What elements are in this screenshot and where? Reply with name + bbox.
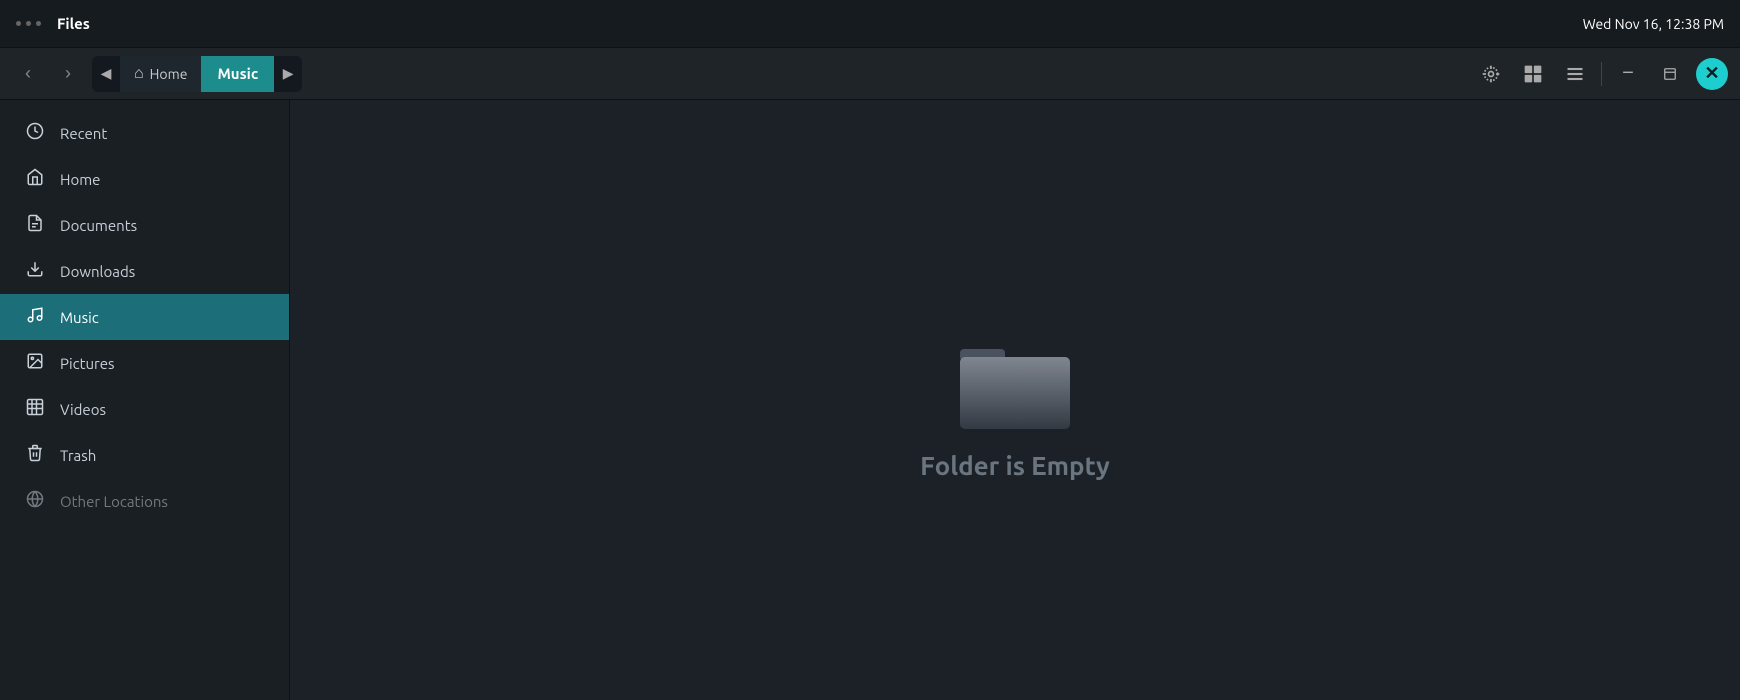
sidebar-item-music[interactable]: Music — [0, 294, 289, 340]
sidebar-label-pictures: Pictures — [60, 355, 115, 372]
titlebar: Files Wed Nov 16, 12:38 PM — [0, 0, 1740, 48]
sidebar: Recent Home Documents — [0, 100, 290, 700]
grid-icon — [1523, 64, 1543, 84]
empty-folder-text: Folder is Empty — [920, 451, 1110, 480]
home-sidebar-icon — [24, 168, 46, 190]
clock: Wed Nov 16, 12:38 PM — [1583, 16, 1724, 32]
content-area: Folder is Empty — [290, 100, 1740, 700]
sidebar-label-documents: Documents — [60, 217, 137, 234]
music-icon — [24, 306, 46, 328]
back-button[interactable]: ‹ — [12, 58, 44, 90]
sidebar-label-recent: Recent — [60, 125, 107, 142]
breadcrumb-active-label: Music — [217, 65, 258, 82]
documents-icon — [24, 214, 46, 236]
toolbar: ‹ › ◀ ⌂ Home Music ▶ — [0, 48, 1740, 100]
sidebar-item-other-locations[interactable]: Other Locations — [0, 478, 289, 524]
titlebar-menu-dots[interactable] — [16, 21, 41, 26]
sidebar-label-trash: Trash — [60, 447, 96, 464]
trash-icon — [24, 444, 46, 466]
sidebar-label-downloads: Downloads — [60, 263, 135, 280]
close-button[interactable]: ✕ — [1696, 58, 1728, 90]
titlebar-left: Files — [16, 15, 90, 32]
sidebar-item-videos[interactable]: Videos — [0, 386, 289, 432]
sidebar-item-documents[interactable]: Documents — [0, 202, 289, 248]
app-title: Files — [57, 15, 90, 32]
breadcrumb-back-button[interactable]: ◀ — [92, 56, 120, 92]
breadcrumb-active-item[interactable]: Music — [201, 56, 274, 92]
breadcrumb-forward-button[interactable]: ▶ — [274, 56, 302, 92]
forward-button[interactable]: › — [52, 58, 84, 90]
list-icon — [1565, 64, 1585, 84]
recent-icon — [24, 122, 46, 144]
breadcrumb: ◀ ⌂ Home Music ▶ — [92, 56, 302, 92]
breadcrumb-home-label: Home — [150, 66, 188, 82]
empty-folder-icon — [950, 321, 1080, 431]
sidebar-item-recent[interactable]: Recent — [0, 110, 289, 156]
locate-button[interactable] — [1475, 58, 1507, 90]
sidebar-item-pictures[interactable]: Pictures — [0, 340, 289, 386]
main-area: Recent Home Documents — [0, 100, 1740, 700]
list-view-button[interactable] — [1559, 58, 1591, 90]
minimize-button[interactable]: − — [1612, 58, 1644, 90]
downloads-icon — [24, 260, 46, 282]
maximize-button[interactable] — [1654, 58, 1686, 90]
sidebar-item-trash[interactable]: Trash — [0, 432, 289, 478]
pictures-icon — [24, 352, 46, 374]
sidebar-label-other-locations: Other Locations — [60, 493, 168, 510]
sidebar-item-home[interactable]: Home — [0, 156, 289, 202]
locate-icon — [1481, 64, 1501, 84]
videos-icon — [24, 398, 46, 420]
breadcrumb-home[interactable]: ⌂ Home — [120, 56, 201, 92]
home-icon: ⌂ — [134, 64, 144, 83]
toolbar-right: − ✕ — [1475, 58, 1728, 90]
grid-view-button[interactable] — [1517, 58, 1549, 90]
sidebar-item-downloads[interactable]: Downloads — [0, 248, 289, 294]
sidebar-label-home: Home — [60, 171, 100, 188]
maximize-icon — [1663, 67, 1677, 81]
sidebar-label-music: Music — [60, 309, 99, 326]
sidebar-label-videos: Videos — [60, 401, 106, 418]
other-locations-icon — [24, 490, 46, 512]
toolbar-separator — [1601, 62, 1602, 86]
